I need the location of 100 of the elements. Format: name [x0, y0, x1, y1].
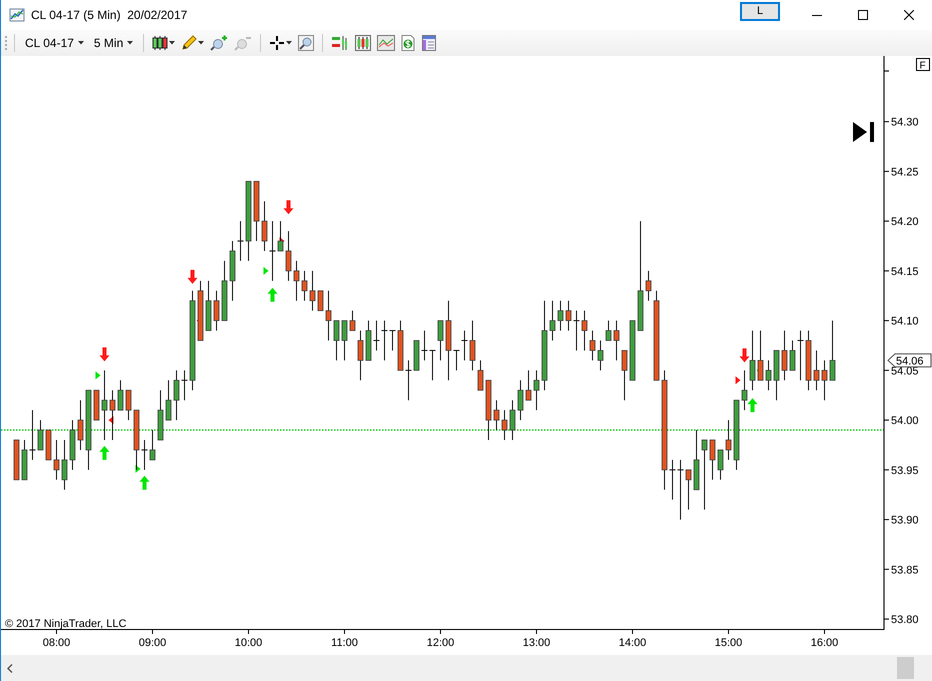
candlestick [334, 320, 340, 361]
chart-icon [9, 7, 25, 23]
time-label: 15:00 [714, 637, 742, 649]
candlestick [606, 320, 612, 342]
candlestick [262, 200, 268, 252]
candlestick [502, 410, 508, 440]
interval-dropdown[interactable]: 5 Min [90, 34, 138, 52]
window-title: CL 04-17 (5 Min) 20/02/2017 [31, 8, 188, 22]
candlestick [726, 420, 732, 460]
candlestick [814, 350, 820, 391]
candlestick [181, 370, 188, 401]
candlestick [29, 410, 36, 460]
down-arrow-icon [188, 270, 198, 284]
instrument-dropdown[interactable]: CL 04-17 [21, 34, 88, 52]
zoom-button[interactable] [296, 32, 316, 54]
candlestick [134, 410, 140, 470]
candlestick [582, 310, 588, 351]
candlestick [630, 320, 636, 381]
triangle-marker-icon [136, 464, 140, 473]
horizontal-scrollbar[interactable] [1, 655, 932, 681]
candlestick [269, 220, 276, 282]
time-label: 16:00 [810, 637, 838, 649]
candlestick [750, 330, 756, 391]
candlestick [286, 230, 292, 282]
candlestick [622, 350, 628, 401]
candlestick [766, 360, 772, 391]
down-arrow-icon [740, 348, 750, 362]
candlestick [254, 180, 260, 242]
candlestick [486, 380, 492, 440]
candlestick [158, 390, 164, 440]
time-label: 11:00 [331, 637, 358, 649]
zoom-out-icon [234, 35, 252, 51]
candlestick [126, 390, 132, 421]
candlestick [310, 270, 316, 312]
candlestick [550, 300, 556, 342]
candlestick [710, 440, 716, 480]
candlestick [414, 340, 420, 371]
crosshair-icon [269, 35, 286, 51]
candlestick [702, 440, 708, 510]
window-panel-icon [421, 35, 438, 51]
candlestick [102, 370, 108, 440]
candlestick [222, 260, 228, 322]
candlestick [518, 380, 524, 421]
candlestick [398, 320, 404, 371]
price-label: 53.95 [891, 464, 919, 477]
price-label: 53.85 [891, 564, 919, 576]
candlestick [694, 430, 700, 490]
grip-icon[interactable] [5, 35, 8, 51]
candlestick [14, 440, 20, 480]
strategies-button[interactable] [353, 32, 374, 54]
down-arrow-icon [100, 347, 110, 362]
candlestick [94, 390, 100, 421]
chevron-left-icon [7, 664, 13, 672]
triangle-marker-icon [96, 371, 100, 380]
candlestick [686, 469, 692, 510]
candlestick [526, 370, 532, 401]
scroll-thumb[interactable] [897, 657, 914, 679]
candlestick [78, 400, 84, 450]
candlestick [38, 420, 44, 450]
caret-icon [127, 41, 134, 45]
candlestick [54, 440, 60, 480]
price-label: 54.30 [891, 116, 919, 129]
candlestick [62, 440, 68, 490]
candlestick [566, 300, 572, 332]
candlestick [22, 440, 28, 480]
candlestick [510, 400, 516, 440]
copyright-text: © 2017 NinjaTrader, LLC [5, 618, 126, 630]
candlestick [150, 430, 156, 460]
layout-button[interactable]: L [740, 2, 780, 20]
candlestick [590, 330, 596, 361]
candlestick [237, 220, 244, 262]
candlestick [822, 360, 828, 401]
candlestick [70, 420, 76, 470]
chart-properties-button[interactable] [375, 32, 398, 54]
price-label: 54.25 [891, 166, 919, 178]
caret-icon [286, 41, 292, 45]
line-chart-icon [377, 35, 396, 51]
zoom-in-icon [210, 35, 228, 51]
caret-icon [169, 41, 176, 45]
dollar-button[interactable] [399, 32, 418, 54]
candlestick [174, 370, 180, 421]
candlestick [438, 320, 444, 361]
up-arrow-icon [100, 446, 110, 460]
candlestick [405, 360, 412, 401]
up-arrow-icon [140, 476, 150, 490]
candlestick [110, 390, 116, 440]
candlestick-icon [152, 35, 168, 51]
price-label: 53.80 [891, 614, 919, 626]
price-label: 54.15 [891, 266, 919, 278]
candlestick [534, 370, 540, 411]
candlestick [350, 310, 356, 332]
axis-button[interactable]: F [916, 58, 930, 72]
skip-to-end-icon[interactable] [853, 122, 874, 142]
candlestick [230, 240, 236, 302]
candlestick [318, 290, 324, 312]
caret-icon [78, 41, 84, 45]
candlestick [342, 320, 348, 361]
time-label: 08:00 [42, 637, 70, 649]
candlestick [118, 380, 124, 411]
candlestick [734, 400, 740, 470]
